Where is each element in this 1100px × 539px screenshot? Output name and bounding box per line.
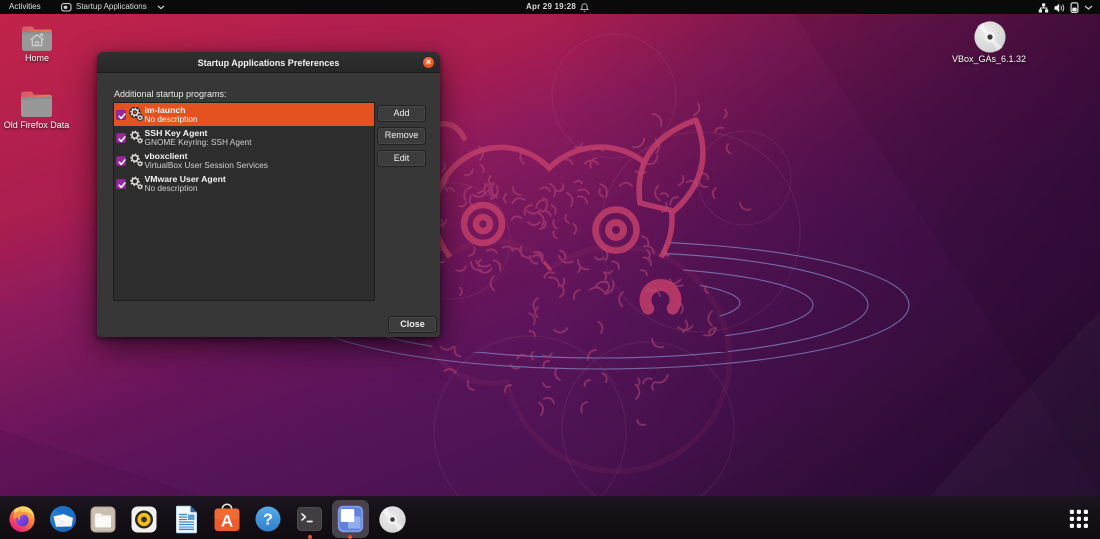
- svg-text:A: A: [221, 512, 233, 531]
- svg-text:?: ?: [263, 512, 273, 529]
